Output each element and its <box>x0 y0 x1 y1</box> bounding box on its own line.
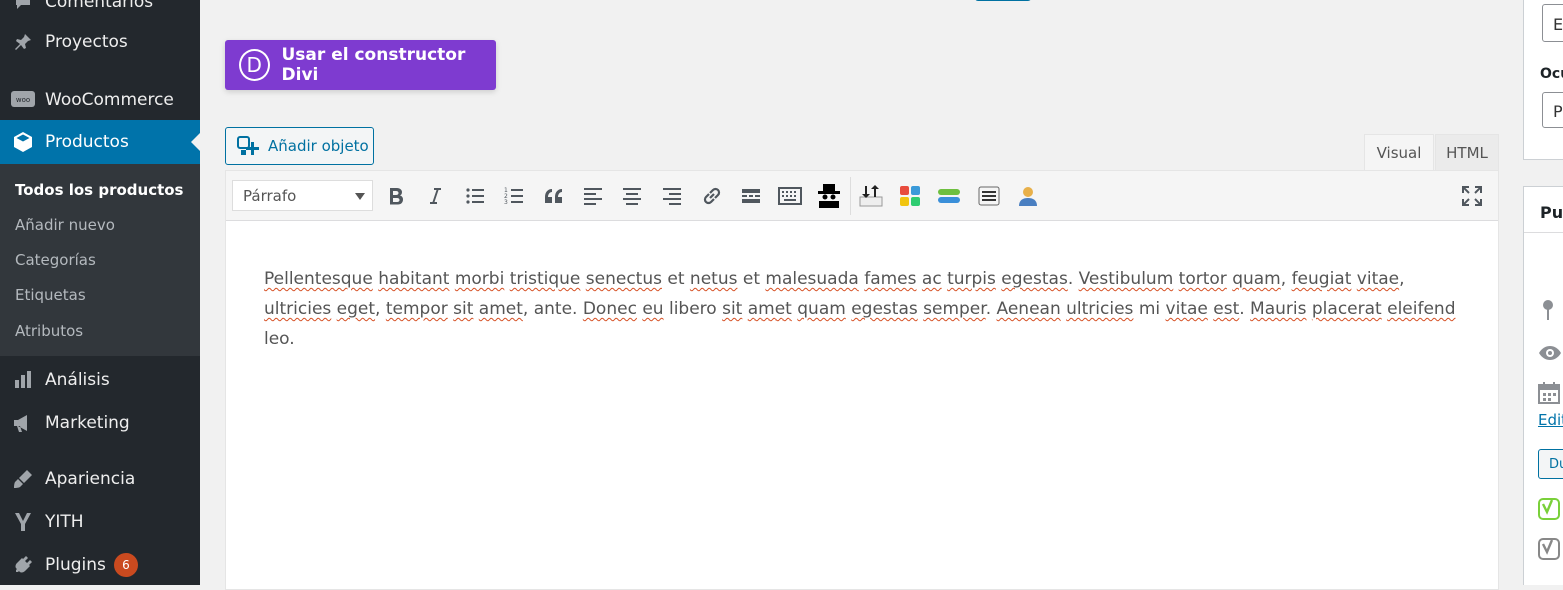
products-submenu: Todos los productos Añadir nuevo Categor… <box>0 164 200 356</box>
add-media-button[interactable]: Añadir objeto <box>225 127 374 165</box>
sidebar-item-label: Marketing <box>45 413 130 433</box>
notes-icon[interactable] <box>976 183 1002 209</box>
calendar-icon <box>1538 382 1560 408</box>
sidebar-item-marketing[interactable]: Marketing <box>0 403 200 443</box>
sidebar-item-woocommerce[interactable]: woo WooCommerce <box>0 80 200 120</box>
link-icon[interactable] <box>699 183 725 209</box>
submenu-todos-los-productos[interactable]: Todos los productos <box>15 181 184 199</box>
woo-icon: woo <box>0 91 45 109</box>
sidebar-item-label: Apariencia <box>45 469 136 489</box>
svg-text:woo: woo <box>15 96 29 104</box>
editor-toolbar: Párrafo 123 <box>226 171 1498 221</box>
right-input-2-value: P <box>1553 102 1563 121</box>
editor-content[interactable]: Pellentesque habitant morbi tristique se… <box>264 264 1468 354</box>
divi-logo-icon: D <box>239 49 270 81</box>
add-media-icon <box>237 136 259 156</box>
spy-icon[interactable] <box>816 183 842 209</box>
right-input-2[interactable]: P <box>1542 92 1563 128</box>
submenu-anadir-nuevo[interactable]: Añadir nuevo <box>15 216 115 234</box>
sidebar-item-analisis[interactable]: Análisis <box>0 360 200 400</box>
toggle-bars-icon[interactable] <box>936 183 962 209</box>
sidebar-item-comentarios[interactable]: Comentarios <box>0 0 200 22</box>
tab-html[interactable]: HTML <box>1435 134 1499 171</box>
blockquote-icon[interactable] <box>541 183 567 209</box>
toolbar-separator <box>850 177 851 215</box>
plugin-icon <box>0 555 45 575</box>
admin-sidebar: Comentarios Proyectos woo WooCommerce Pr… <box>0 0 200 585</box>
upload-download-icon[interactable] <box>858 183 884 209</box>
bold-icon[interactable] <box>383 183 409 209</box>
colorful-grid-icon[interactable] <box>897 183 923 209</box>
divi-builder-label: Usar el constructor Divi <box>281 45 466 85</box>
submenu-categorias[interactable]: Categorías <box>15 251 96 269</box>
duplicate-button[interactable]: Du <box>1538 449 1563 479</box>
sidebar-item-productos[interactable]: Productos <box>0 120 200 164</box>
user-lock-icon[interactable] <box>1015 183 1041 209</box>
content-editor[interactable]: Párrafo 123 Pellentesque habitant morbi … <box>225 170 1499 590</box>
yoast-seo-icon <box>1538 497 1560 525</box>
right-input-1[interactable]: E <box>1542 4 1563 42</box>
sidebar-item-label: Análisis <box>45 370 110 390</box>
tab-visual[interactable]: Visual <box>1364 134 1434 171</box>
sidebar-item-yith[interactable]: YITH <box>0 502 200 542</box>
yoast-readability-icon <box>1538 537 1560 565</box>
chevron-down-icon <box>355 193 365 200</box>
chart-icon <box>0 370 45 390</box>
right-sidebar-box-top: E Ocu P <box>1523 0 1563 160</box>
sidebar-item-label: Plugins <box>45 555 106 575</box>
sidebar-item-label: Productos <box>45 132 129 152</box>
italic-icon[interactable] <box>422 183 448 209</box>
publish-heading: Pul <box>1540 203 1563 222</box>
box-icon <box>0 131 45 153</box>
sidebar-item-label: Comentarios <box>45 0 154 12</box>
comments-icon <box>0 0 45 12</box>
sidebar-item-label: WooCommerce <box>45 90 174 110</box>
format-select[interactable]: Párrafo <box>232 180 373 211</box>
edit-link[interactable]: Edit <box>1538 411 1563 429</box>
update-count-badge: 6 <box>113 553 138 577</box>
align-center-icon[interactable] <box>619 183 645 209</box>
divi-builder-button[interactable]: D Usar el constructor Divi <box>225 40 496 90</box>
add-media-label: Añadir objeto <box>268 137 369 155</box>
yith-icon <box>0 511 45 533</box>
eye-icon <box>1538 345 1562 365</box>
right-label-partial: Ocu <box>1540 66 1563 82</box>
bullet-list-icon[interactable] <box>462 183 488 209</box>
read-more-icon[interactable] <box>738 183 764 209</box>
pin-icon <box>1540 299 1556 325</box>
keyboard-icon[interactable] <box>777 183 803 209</box>
right-sidebar-publish-box: Pul Edit Du <box>1523 186 1563 585</box>
align-left-icon[interactable] <box>580 183 606 209</box>
svg-text:3: 3 <box>504 199 508 205</box>
publish-divider <box>1524 232 1563 233</box>
align-right-icon[interactable] <box>659 183 685 209</box>
submenu-atributos[interactable]: Atributos <box>15 322 83 340</box>
megaphone-icon <box>0 413 45 433</box>
sidebar-item-label: YITH <box>45 512 84 532</box>
numbered-list-icon[interactable]: 123 <box>501 183 527 209</box>
top-partial-button[interactable] <box>975 0 1031 1</box>
sidebar-item-label: Proyectos <box>45 32 128 52</box>
sidebar-item-apariencia[interactable]: Apariencia <box>0 459 200 499</box>
sidebar-item-plugins[interactable]: Plugins 6 <box>0 545 200 585</box>
pin-icon <box>0 32 45 52</box>
fullscreen-icon[interactable] <box>1459 183 1485 209</box>
submenu-etiquetas[interactable]: Etiquetas <box>15 286 86 304</box>
right-input-1-value: E <box>1553 15 1563 34</box>
sidebar-item-proyectos[interactable]: Proyectos <box>0 22 200 62</box>
brush-icon <box>0 469 45 489</box>
format-select-value: Párrafo <box>243 186 297 205</box>
duplicate-button-label: Du <box>1549 457 1563 472</box>
